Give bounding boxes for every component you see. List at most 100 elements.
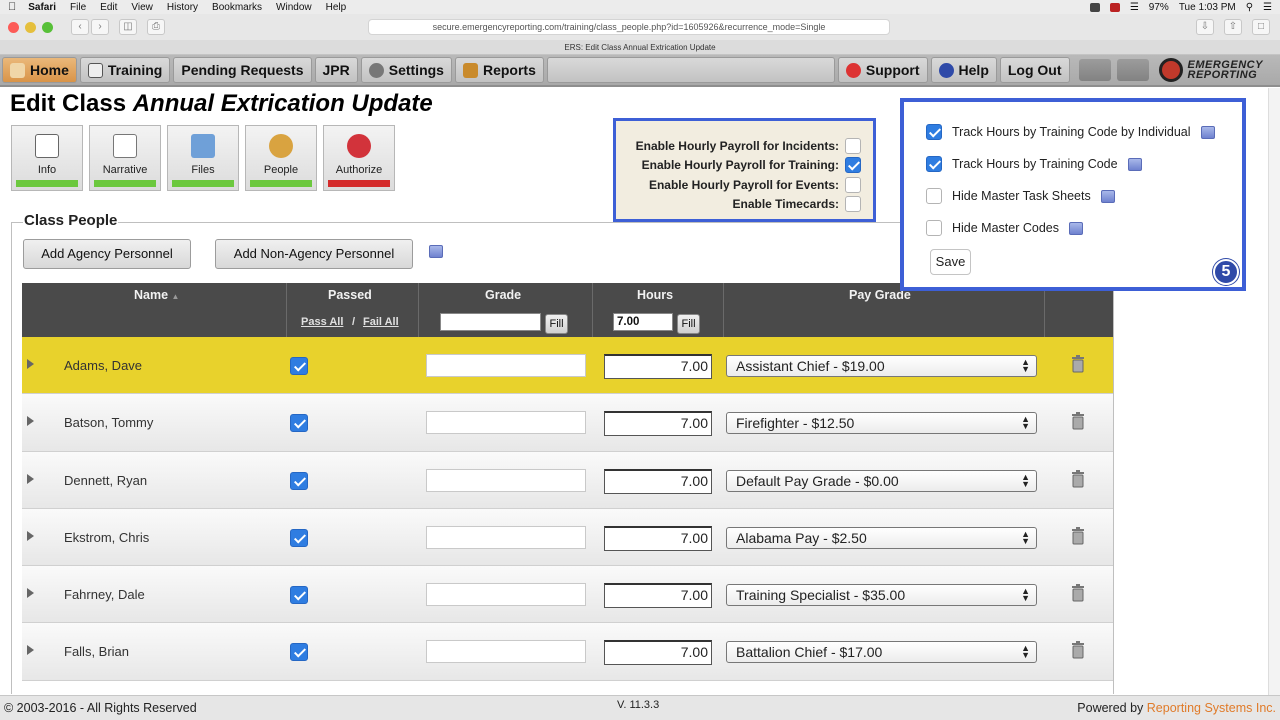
menu-view[interactable]: View bbox=[131, 2, 153, 13]
grade-input[interactable] bbox=[426, 354, 586, 377]
page-scrollbar[interactable] bbox=[1268, 88, 1280, 695]
grade-fill-input[interactable] bbox=[440, 313, 541, 331]
menu-edit[interactable]: Edit bbox=[100, 2, 117, 13]
messages-icon[interactable] bbox=[1078, 59, 1111, 81]
track-individual-checkbox[interactable] bbox=[926, 124, 942, 140]
address-bar[interactable]: secure.emergencyreporting.com/training/c… bbox=[368, 19, 890, 35]
payroll-timecards-checkbox[interactable] bbox=[845, 196, 861, 213]
trash-icon[interactable] bbox=[1071, 412, 1085, 430]
hide-codes-checkbox[interactable] bbox=[926, 220, 942, 236]
nav-help[interactable]: Help bbox=[930, 57, 997, 83]
grade-input[interactable] bbox=[426, 583, 586, 607]
menu-bookmarks[interactable]: Bookmarks bbox=[212, 2, 262, 13]
expand-row-icon[interactable] bbox=[27, 530, 34, 541]
tabs-icon[interactable]: □ bbox=[1252, 19, 1270, 35]
grade-input[interactable] bbox=[426, 411, 586, 435]
help-icon[interactable] bbox=[1127, 157, 1142, 171]
nav-support[interactable]: Support bbox=[837, 57, 928, 83]
passed-checkbox[interactable] bbox=[290, 414, 308, 433]
menu-file[interactable]: File bbox=[70, 2, 86, 13]
nav-pending-requests[interactable]: Pending Requests bbox=[173, 57, 312, 83]
notification-center-icon[interactable]: ☰ bbox=[1263, 2, 1272, 13]
hours-input[interactable]: 7.00 bbox=[604, 583, 712, 609]
battery-percent[interactable]: 97% bbox=[1149, 2, 1169, 13]
grade-input[interactable] bbox=[426, 468, 586, 492]
table-row[interactable]: Fahrney, Dale 7.00 Training Specialist -… bbox=[22, 566, 1113, 624]
grade-input[interactable] bbox=[426, 525, 586, 549]
payroll-events-checkbox[interactable] bbox=[845, 176, 861, 193]
hours-input[interactable]: 7.00 bbox=[604, 354, 712, 379]
nav-training[interactable]: Training bbox=[79, 57, 171, 83]
company-link[interactable]: Reporting Systems Inc. bbox=[1147, 701, 1276, 715]
camera-icon[interactable] bbox=[1089, 2, 1100, 12]
downloads-icon[interactable]: ⇩ bbox=[1196, 19, 1214, 35]
payroll-training-checkbox[interactable] bbox=[845, 157, 861, 174]
apple-menu-icon[interactable]:  bbox=[8, 1, 16, 13]
expand-row-icon[interactable] bbox=[27, 588, 34, 599]
menu-window[interactable]: Window bbox=[276, 2, 312, 13]
save-button[interactable]: Save bbox=[930, 249, 971, 275]
menu-history[interactable]: History bbox=[167, 2, 198, 13]
passed-checkbox[interactable] bbox=[290, 471, 308, 490]
tab-title[interactable]: ERS: Edit Class Annual Extrication Updat… bbox=[0, 40, 1280, 55]
help-icon[interactable] bbox=[1100, 189, 1115, 203]
hide-task-sheets-checkbox[interactable] bbox=[926, 188, 942, 204]
table-row[interactable]: Dennett, Ryan 7.00 Default Pay Grade - $… bbox=[22, 451, 1113, 509]
nav-reports[interactable]: Reports bbox=[454, 57, 544, 83]
column-header-name[interactable]: Name ▲ bbox=[134, 288, 179, 302]
pay-grade-select[interactable]: Default Pay Grade - $0.00 ▲ ▼ bbox=[726, 469, 1037, 492]
table-row[interactable]: Falls, Brian 7.00 Battalion Chief - $17.… bbox=[22, 623, 1113, 681]
expand-row-icon[interactable] bbox=[27, 473, 34, 484]
nav-settings[interactable]: Settings bbox=[360, 57, 452, 83]
tab-authorize[interactable]: Authorize bbox=[323, 125, 395, 191]
print-icon[interactable]: ⎙ bbox=[147, 19, 165, 35]
passed-checkbox[interactable] bbox=[290, 643, 308, 662]
expand-row-icon[interactable] bbox=[27, 359, 34, 369]
payroll-incidents-checkbox[interactable] bbox=[845, 137, 861, 154]
nav-home[interactable]: Home bbox=[2, 57, 77, 83]
sidebar-icon[interactable]: ◫ bbox=[119, 19, 137, 35]
clock[interactable]: Tue 1:03 PM bbox=[1179, 2, 1236, 13]
grade-fill-button[interactable]: Fill bbox=[545, 314, 568, 334]
menu-safari[interactable]: Safari bbox=[28, 2, 56, 13]
help-icon[interactable] bbox=[1200, 125, 1215, 139]
tab-files[interactable]: Files bbox=[167, 125, 239, 191]
nav-jpr[interactable]: JPR bbox=[314, 57, 358, 83]
app-icon[interactable] bbox=[1109, 2, 1120, 12]
back-icon[interactable]: ‹ bbox=[71, 19, 89, 35]
help-icon[interactable] bbox=[429, 245, 443, 258]
hours-input[interactable]: 7.00 bbox=[604, 525, 712, 551]
wifi-icon[interactable]: ☰ bbox=[1130, 2, 1139, 13]
help-icon[interactable] bbox=[1069, 221, 1083, 235]
trash-icon[interactable] bbox=[1071, 526, 1085, 545]
menu-help[interactable]: Help bbox=[326, 2, 347, 13]
hours-input[interactable]: 7.00 bbox=[604, 468, 712, 494]
minimize-window-icon[interactable] bbox=[25, 21, 36, 33]
hours-input[interactable]: 7.00 bbox=[604, 640, 712, 666]
table-row[interactable]: Adams, Dave 7.00 Assistant Chief - $19.0… bbox=[22, 337, 1113, 395]
passed-checkbox[interactable] bbox=[290, 528, 308, 547]
tab-people[interactable]: People bbox=[245, 125, 317, 191]
expand-row-icon[interactable] bbox=[27, 416, 34, 427]
add-non-agency-personnel-button[interactable]: Add Non-Agency Personnel bbox=[215, 239, 413, 269]
pay-grade-select[interactable]: Alabama Pay - $2.50 ▲ ▼ bbox=[726, 526, 1037, 549]
pay-grade-select[interactable]: Battalion Chief - $17.00 ▲ ▼ bbox=[726, 641, 1037, 664]
forward-icon[interactable]: › bbox=[91, 19, 109, 35]
nav-logout[interactable]: Log Out bbox=[999, 57, 1070, 83]
passed-checkbox[interactable] bbox=[290, 586, 308, 605]
pass-all-link[interactable]: Pass All bbox=[301, 316, 343, 328]
zoom-window-icon[interactable] bbox=[42, 21, 53, 33]
trash-icon[interactable] bbox=[1071, 641, 1085, 659]
pay-grade-select[interactable]: Assistant Chief - $19.00 ▲ ▼ bbox=[726, 355, 1037, 377]
mail-icon[interactable] bbox=[1116, 59, 1149, 81]
table-row[interactable]: Batson, Tommy 7.00 Firefighter - $12.50 ▲… bbox=[22, 394, 1113, 452]
hours-fill-input[interactable]: 7.00 bbox=[613, 313, 673, 331]
pay-grade-select[interactable]: Firefighter - $12.50 ▲ ▼ bbox=[726, 412, 1037, 435]
spotlight-icon[interactable]: ⚲ bbox=[1246, 2, 1253, 13]
track-code-checkbox[interactable] bbox=[926, 156, 942, 172]
passed-checkbox[interactable] bbox=[290, 357, 308, 375]
share-icon[interactable]: ⇧ bbox=[1224, 19, 1242, 35]
hours-input[interactable]: 7.00 bbox=[604, 411, 712, 437]
expand-row-icon[interactable] bbox=[27, 645, 34, 656]
fail-all-link[interactable]: Fail All bbox=[363, 316, 399, 328]
